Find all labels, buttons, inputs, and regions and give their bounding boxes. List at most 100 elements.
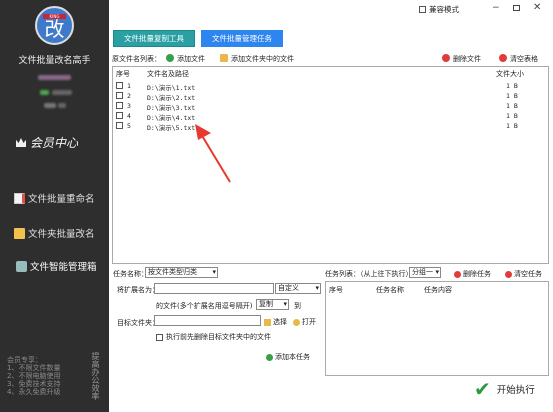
header-path: 文件名及路径 <box>147 70 189 78</box>
table-row[interactable]: 1 D:\演示\1.txt 1 B <box>113 81 548 92</box>
start-button[interactable]: ✔ 开始执行 <box>474 377 535 401</box>
close-button[interactable]: ✕ <box>533 2 541 13</box>
member-benefits: 会员专享： 1、不限文件数量 2、不限电脑使用 3、免费技术支持 4、永久免费升… <box>7 356 87 396</box>
clear-task-label: 清空任务 <box>514 270 542 278</box>
checkbox-icon <box>419 6 426 13</box>
app-window: KING 改 文件批量改名高手 会员中心 文件批量重命名 文件夹批量改名 文件智… <box>0 0 553 412</box>
file-list-label: 原文件名列表： <box>112 55 161 63</box>
row-number: 5 <box>127 122 131 130</box>
annotation-arrow <box>195 124 231 183</box>
clear-task-button[interactable]: 清空任务 <box>505 269 542 279</box>
choose-button[interactable]: 选择 <box>264 317 287 327</box>
app-title: 文件批量改名高手 <box>18 56 91 66</box>
document-icon <box>14 192 25 204</box>
add-file-label: 添加文件 <box>177 55 205 63</box>
row-size: 1 B <box>506 92 518 100</box>
ext-hint: 的文件(多个扩展名用逗号隔开) <box>156 302 253 310</box>
add-task-button[interactable]: 添加本任务 <box>266 352 310 362</box>
row-checkbox[interactable] <box>116 92 123 99</box>
add-folder-files-label: 添加文件夹中的文件 <box>231 55 294 63</box>
toolbox-icon <box>16 260 27 272</box>
open-label: 打开 <box>302 318 316 326</box>
delete-first-label: 执行前先删除目标文件夹中的文件 <box>166 333 271 341</box>
member-benefit-line: 3、免费技术支持 <box>7 380 61 388</box>
delete-file-button[interactable]: 删除文件 <box>442 54 481 64</box>
delete-task-button[interactable]: 删除任务 <box>454 269 491 279</box>
member-benefit-line: 1、不限文件数量 <box>7 364 61 372</box>
row-number: 4 <box>127 112 131 120</box>
target-folder-label: 目标文件夹： <box>117 319 159 327</box>
compat-mode-checkbox[interactable]: 兼容模式 <box>419 4 459 15</box>
row-size: 1 B <box>506 102 518 110</box>
delete-first-checkbox[interactable]: 执行前先删除目标文件夹中的文件 <box>156 332 271 342</box>
row-size: 1 B <box>506 82 518 90</box>
row-checkbox[interactable] <box>116 112 123 119</box>
to-label: 到 <box>294 302 301 310</box>
start-label: 开始执行 <box>496 385 535 396</box>
action-select[interactable]: 复制 <box>256 299 289 310</box>
title-bar <box>109 0 553 20</box>
header-no: 序号 <box>329 286 343 294</box>
custom-select[interactable]: 自定义 <box>275 283 321 294</box>
add-folder-files-button[interactable]: 添加文件夹中的文件 <box>220 54 294 64</box>
table-row[interactable]: 3 D:\演示\3.txt 1 B <box>113 101 548 112</box>
member-center[interactable]: 会员中心 <box>16 134 106 151</box>
row-checkbox[interactable] <box>116 102 123 109</box>
task-name-select[interactable]: 按文件类型归类 <box>145 267 218 278</box>
tab-manage-task[interactable]: 文件批量管理任务 <box>201 30 283 47</box>
row-number: 3 <box>127 102 131 110</box>
slogan: 提高办公效率 <box>91 352 100 400</box>
crown-icon <box>16 138 26 147</box>
row-size: 1 B <box>506 122 518 130</box>
member-center-label: 会员中心 <box>30 136 79 150</box>
ext-input[interactable] <box>154 283 274 294</box>
minus-icon <box>442 54 450 62</box>
folder-icon <box>220 54 228 62</box>
row-number: 1 <box>127 82 131 90</box>
add-file-button[interactable]: 添加文件 <box>166 54 205 64</box>
sidebar-item-smart-manage[interactable]: 文件智能管理箱 <box>16 258 111 274</box>
checkbox-icon <box>156 333 163 341</box>
clear-icon <box>505 270 512 278</box>
table-header: 序号 文件名及路径 文件大小 <box>113 67 548 78</box>
delete-task-label: 删除任务 <box>463 270 491 278</box>
table-row[interactable]: 2 D:\演示\2.txt 1 B <box>113 91 548 102</box>
row-checkbox[interactable] <box>116 82 123 89</box>
sidebar-item-label: 文件夹批量改名 <box>28 229 95 240</box>
sidebar-item-label: 文件智能管理箱 <box>30 262 97 273</box>
open-button[interactable]: 打开 <box>293 317 316 327</box>
sidebar-item-file-rename[interactable]: 文件批量重命名 <box>14 190 109 206</box>
header-task-name: 任务名称 <box>376 286 404 294</box>
group-select[interactable]: 分组一 <box>409 267 441 278</box>
clear-table-button[interactable]: 清空表格 <box>499 54 538 64</box>
delete-file-label: 删除文件 <box>453 55 481 63</box>
member-benefit-line: 2、不限电脑使用 <box>7 372 61 380</box>
user-info-blurred <box>38 75 71 80</box>
table-row[interactable]: 5 D:\演示\5.txt 1 B <box>113 121 548 132</box>
file-table[interactable]: 序号 文件名及路径 文件大小 1 D:\演示\1.txt 1 B 2 D:\演示… <box>112 66 549 264</box>
sidebar: KING 改 文件批量改名高手 会员中心 文件批量重命名 文件夹批量改名 文件智… <box>0 0 109 412</box>
table-row[interactable]: 4 D:\演示\4.txt 1 B <box>113 111 548 122</box>
logo-glyph: 改 <box>44 17 65 41</box>
user-info-blurred <box>52 90 72 95</box>
minus-icon <box>454 270 461 278</box>
add-task-label: 添加本任务 <box>275 353 310 361</box>
task-form: 任务名称： 按文件类型归类 将扩展名为： 自定义 的文件(多个扩展名用逗号隔开)… <box>109 264 322 412</box>
maximize-button[interactable] <box>513 5 520 11</box>
minimize-button[interactable]: − <box>492 3 500 13</box>
tab-copy-tool[interactable]: 文件批量复制工具 <box>113 30 195 47</box>
user-info-blurred <box>58 103 66 108</box>
ext-label: 将扩展名为： <box>117 286 159 294</box>
row-size: 1 B <box>506 112 518 120</box>
task-list-label: 任务列表：（从上往下执行） <box>325 270 413 278</box>
plus-icon <box>266 353 273 361</box>
sidebar-item-folder-rename[interactable]: 文件夹批量改名 <box>14 225 109 241</box>
header-no: 序号 <box>116 70 130 78</box>
member-benefit-line: 4、永久免费升级 <box>7 388 61 396</box>
target-folder-input[interactable] <box>154 315 261 326</box>
clear-table-label: 清空表格 <box>510 55 538 63</box>
row-checkbox[interactable] <box>116 122 123 129</box>
file-toolbar: 原文件名列表： 添加文件 添加文件夹中的文件 删除文件 清空表格 <box>109 52 553 64</box>
task-table[interactable]: 序号 任务名称 任务内容 <box>325 281 549 376</box>
task-name-label: 任务名称： <box>113 270 148 278</box>
